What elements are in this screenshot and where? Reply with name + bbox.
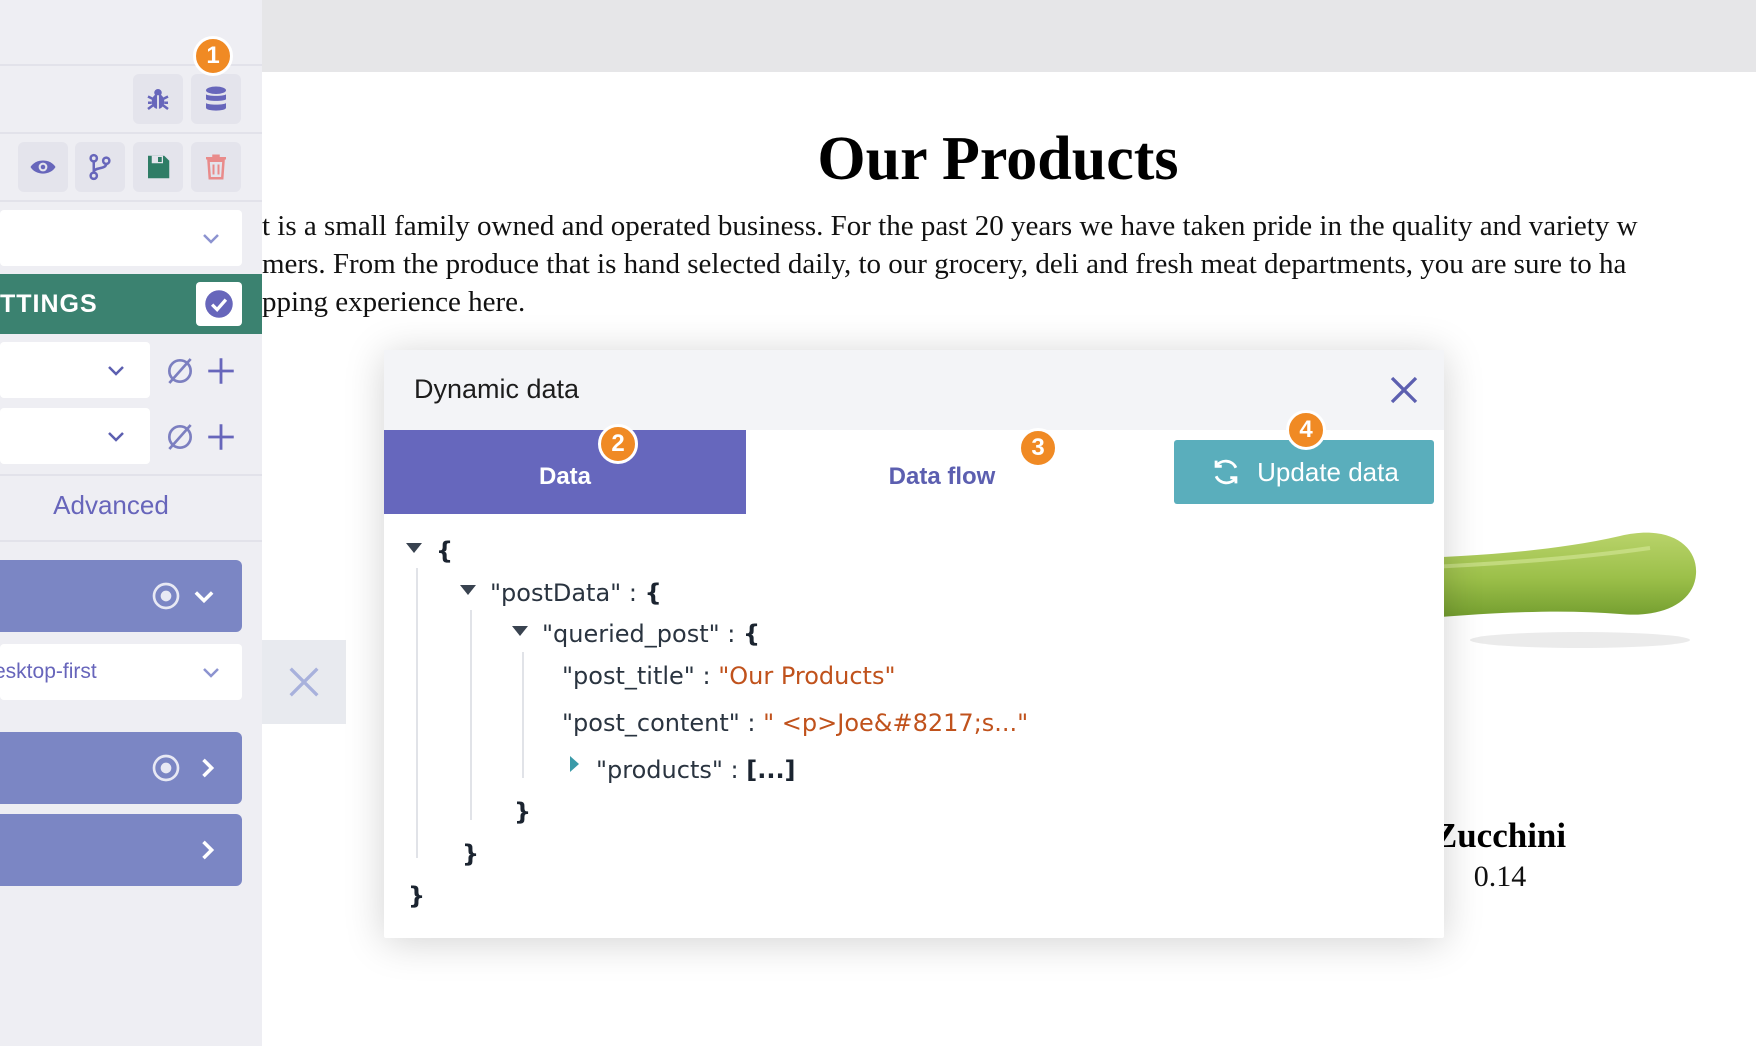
settings-label: TTINGS — [0, 289, 98, 318]
chevron-down-icon — [203, 668, 219, 678]
step-badge-3: 3 — [1018, 428, 1058, 468]
tree-node-post-content: "post_content" : " <p>Joe&#8217;s..." — [562, 709, 1029, 737]
tree-root-open: { — [436, 537, 454, 565]
divider — [0, 474, 262, 476]
step-badge-4: 4 — [1286, 410, 1326, 450]
debug-button[interactable] — [133, 74, 183, 124]
check-circle-icon — [205, 290, 233, 318]
expand-toggle[interactable] — [570, 756, 579, 772]
delete-button[interactable] — [191, 142, 241, 192]
breakpoint-select[interactable]: esktop-first — [0, 644, 242, 700]
tree-node-queried-post: "queried_post" : { — [542, 620, 761, 648]
page-title: Our Products — [817, 125, 1179, 193]
close-icon — [289, 667, 319, 697]
preview-button[interactable] — [18, 142, 68, 192]
tab-data[interactable]: Data — [384, 430, 746, 514]
breakpoint-close-button[interactable] — [262, 640, 346, 724]
chevron-right-icon[interactable] — [193, 754, 221, 782]
sidebar: 1 TTINGS Advanced esktop-first — [0, 0, 262, 1046]
tree-root-close: } — [408, 882, 426, 910]
collapse-toggle[interactable] — [406, 543, 422, 553]
divider — [0, 540, 262, 542]
condition-actions-1 — [164, 354, 238, 388]
tab-data-flow-label: Data flow — [888, 463, 996, 490]
divider — [0, 132, 262, 134]
settings-checkbox[interactable] — [196, 282, 242, 326]
step-badge-2: 2 — [598, 424, 638, 464]
modal-header: Dynamic data — [384, 350, 1444, 430]
product-name: Zucchini — [1433, 816, 1567, 855]
branch-icon — [89, 153, 111, 181]
template-select[interactable] — [0, 210, 242, 266]
dynamic-data-modal: Dynamic data Data 2 Data flow 3 Update d… — [384, 350, 1444, 938]
chevron-down-icon — [108, 366, 124, 376]
refresh-icon — [1214, 459, 1238, 485]
chevron-right-icon[interactable] — [193, 836, 221, 864]
panel-section-1[interactable] — [0, 560, 242, 632]
tree-node-postdata: "postData" : { — [490, 579, 662, 607]
close-icon[interactable] — [1386, 372, 1422, 408]
panel-section-2[interactable] — [0, 732, 242, 804]
save-button[interactable] — [133, 142, 183, 192]
eye-icon — [30, 160, 56, 174]
empty-set-icon[interactable] — [164, 421, 196, 453]
collapse-toggle[interactable] — [460, 585, 476, 595]
advanced-link[interactable]: Advanced — [0, 490, 222, 521]
intro-text-line: mers. From the produce that is hand sele… — [262, 248, 1627, 280]
condition-actions-2 — [164, 420, 238, 454]
tab-data-label: Data — [538, 463, 592, 490]
tree-close-postdata: } — [462, 840, 480, 868]
chevron-down-icon — [108, 432, 124, 442]
intro-text-line: pping experience here. — [262, 286, 526, 318]
empty-set-icon[interactable] — [164, 355, 196, 387]
target-icon[interactable] — [150, 752, 182, 784]
intro-text-line: t is a small family owned and operated b… — [262, 210, 1638, 242]
revisions-button[interactable] — [75, 142, 125, 192]
tree-guide — [522, 652, 524, 778]
tree-guide — [416, 568, 418, 858]
tree-guide — [470, 610, 472, 820]
save-icon — [148, 155, 170, 179]
bug-icon — [147, 89, 169, 110]
modal-title: Dynamic data — [414, 374, 580, 404]
step-badge-1: 1 — [193, 36, 233, 76]
plus-icon[interactable] — [204, 354, 238, 388]
breakpoint-value: esktop-first — [0, 660, 97, 683]
target-icon[interactable] — [150, 580, 182, 612]
database-icon — [206, 86, 226, 111]
divider — [0, 200, 262, 202]
dynamic-data-button[interactable] — [191, 74, 241, 124]
chevron-down-icon[interactable] — [190, 582, 218, 610]
update-data-label: Update data — [1257, 456, 1399, 487]
tree-node-post-title: "post_title" : "Our Products" — [562, 662, 896, 690]
panel-section-3[interactable] — [0, 814, 242, 886]
product-price: 0.14 — [1473, 860, 1527, 893]
tab-data-flow[interactable]: Data flow — [746, 430, 1138, 514]
tree-close-queried-post: } — [514, 798, 532, 826]
trash-icon — [206, 154, 226, 180]
preview-topbar — [262, 0, 1756, 72]
plus-icon[interactable] — [204, 420, 238, 454]
collapse-toggle[interactable] — [512, 626, 528, 636]
condition-select-1[interactable] — [0, 342, 150, 398]
tree-node-products: "products" : [...] — [596, 756, 796, 784]
chevron-down-icon — [203, 234, 219, 244]
condition-select-2[interactable] — [0, 408, 150, 464]
